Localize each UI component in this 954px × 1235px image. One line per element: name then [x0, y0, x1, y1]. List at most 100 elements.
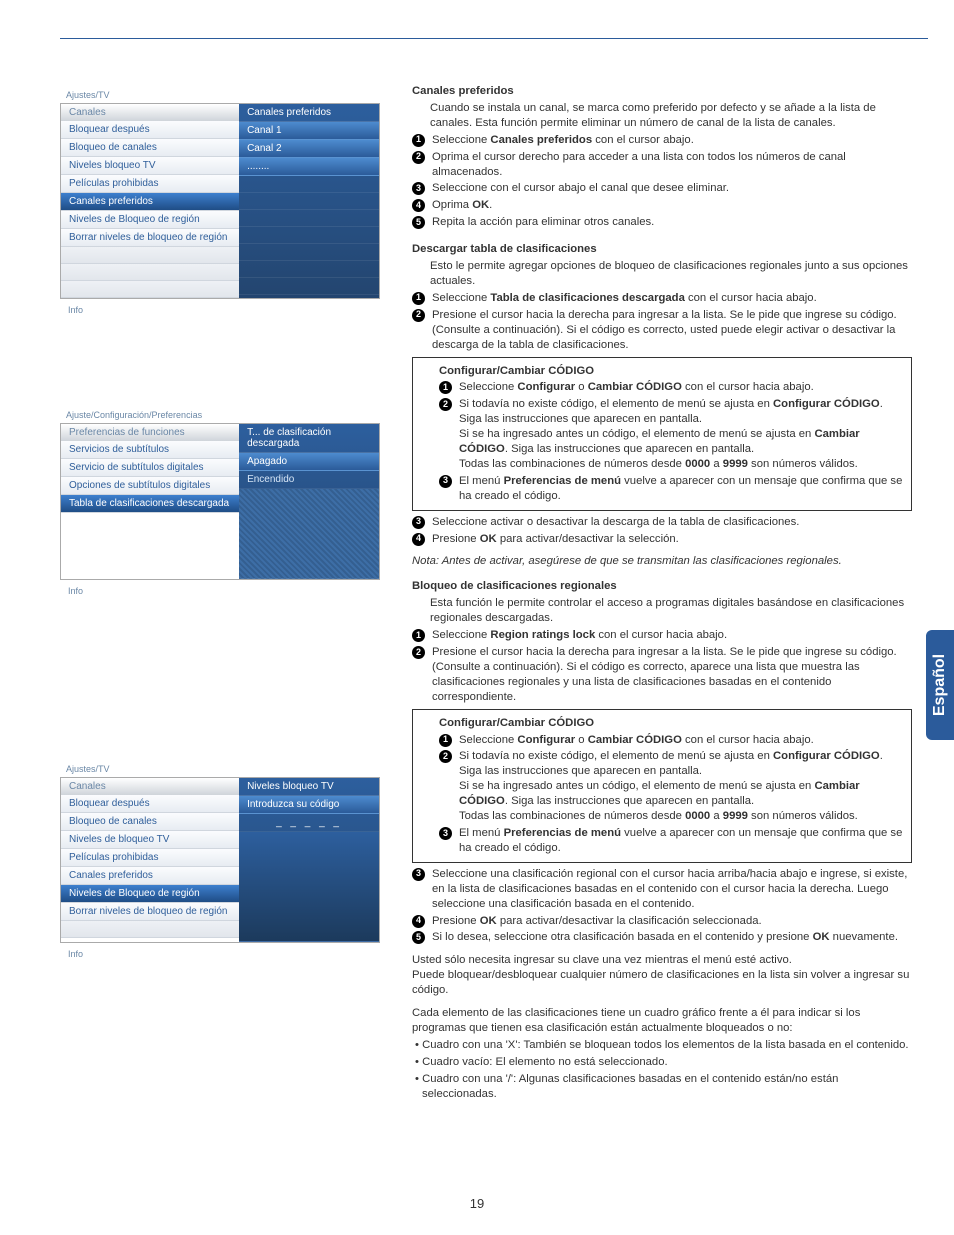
step: 2Si todavía no existe código, el element… — [457, 397, 903, 472]
step-bullet: 1 — [412, 629, 425, 642]
paragraph: Cada elemento de las clasificaciones tie… — [412, 1006, 912, 1036]
language-tab: Español — [926, 630, 954, 740]
step: 2Oprima el cursor derecho para acceder a… — [430, 150, 912, 180]
step-bullet: 3 — [412, 182, 425, 195]
section-title: Canales preferidos — [412, 84, 912, 99]
code-prompt: Introduzca su código — [239, 796, 379, 814]
step-bullet: 3 — [439, 827, 452, 840]
step-bullet: 5 — [412, 931, 425, 944]
menu-header: Preferencias de funciones — [61, 424, 239, 441]
menu-item: Niveles de Bloqueo de región — [61, 211, 239, 229]
step-bullet: 2 — [412, 151, 425, 164]
section-intro: Esta función le permite controlar el acc… — [430, 596, 912, 626]
menu-item: Bloqueo de canales — [61, 813, 239, 831]
breadcrumb: Ajustes/TV — [60, 762, 380, 777]
step-bullet: 2 — [412, 646, 425, 659]
box-title: Configurar/Cambiar CÓDIGO — [439, 364, 903, 379]
value-item: Encendido — [239, 471, 379, 489]
step: 3Seleccione con el cursor abajo el canal… — [430, 181, 912, 196]
step-bullet: 3 — [439, 475, 452, 488]
step: 1Seleccione Configurar o Cambiar CÓDIGO … — [457, 380, 903, 395]
menu-item: Borrar niveles de bloqueo de región — [61, 903, 239, 921]
code-entry: _ _ _ _ _ — [239, 814, 379, 832]
tv-menu-screenshot-1: Ajustes/TV Canales Bloquear despuésBloqu… — [60, 88, 380, 315]
step-bullet: 2 — [439, 398, 452, 411]
menu-item: Canales preferidos — [61, 867, 239, 885]
bullet-item: • Cuadro vacío: El elemento no está sele… — [422, 1055, 912, 1070]
menu-item: Servicio de subtítulos digitales — [61, 459, 239, 477]
step-bullet: 4 — [412, 199, 425, 212]
menu-item: Bloqueo de canales — [61, 139, 239, 157]
language-tab-label: Español — [931, 654, 949, 716]
menu-item: Bloquear después — [61, 121, 239, 139]
code-box: Configurar/Cambiar CÓDIGO 1Seleccione Co… — [412, 357, 912, 511]
value-item: Canal 2 — [239, 140, 379, 158]
menu-item: Películas prohibidas — [61, 175, 239, 193]
step: 1Seleccione Configurar o Cambiar CÓDIGO … — [457, 733, 903, 748]
step: 2Presione el cursor hacia la derecha par… — [430, 645, 912, 705]
tv-menu-screenshot-2: Ajuste/Configuración/Preferencias Prefer… — [60, 408, 380, 596]
step: 2Si todavía no existe código, el element… — [457, 749, 903, 824]
info-label: Info — [60, 580, 380, 596]
step-bullet: 3 — [412, 868, 425, 881]
note-text: Nota: Antes de activar, asegúrese de que… — [412, 554, 912, 569]
code-box: Configurar/Cambiar CÓDIGO 1Seleccione Co… — [412, 709, 912, 863]
values-header: T... de clasificación descargada — [239, 424, 379, 453]
step-bullet: 4 — [412, 533, 425, 546]
page-top-rule — [60, 38, 928, 39]
step-bullet: 1 — [412, 292, 425, 305]
step: 1Seleccione Tabla de clasificaciones des… — [430, 291, 912, 306]
step-bullet: 4 — [412, 915, 425, 928]
step-bullet: 1 — [412, 134, 425, 147]
step: 3Seleccione una clasificación regional c… — [430, 867, 912, 912]
section-title: Bloqueo de clasificaciones regionales — [412, 579, 912, 594]
values-header: Niveles bloqueo TV — [239, 778, 379, 796]
menu-item: Películas prohibidas — [61, 849, 239, 867]
step-bullet: 3 — [412, 516, 425, 529]
menu-item: Servicios de subtítulos — [61, 441, 239, 459]
menu-item: Bloquear después — [61, 795, 239, 813]
step: 3Seleccione activar o desactivar la desc… — [430, 515, 912, 530]
step: 1Seleccione Canales preferidos con el cu… — [430, 133, 912, 148]
step: 3El menú Preferencias de menú vuelve a a… — [457, 826, 903, 856]
step: 1Seleccione Region ratings lock con el c… — [430, 628, 912, 643]
tv-menu-screenshot-3: Ajustes/TV Canales Bloquear despuésBloqu… — [60, 762, 380, 959]
step: 4Presione OK para activar/desactivar la … — [430, 914, 912, 929]
section-intro: Esto le permite agregar opciones de bloq… — [430, 259, 912, 289]
step-bullet: 2 — [412, 309, 425, 322]
value-item: Canal 1 — [239, 122, 379, 140]
bullet-item: • Cuadro con una 'X': También se bloquea… — [422, 1038, 912, 1053]
paragraph: Usted sólo necesita ingresar su clave un… — [412, 953, 912, 968]
box-title: Configurar/Cambiar CÓDIGO — [439, 716, 903, 731]
info-label: Info — [60, 299, 380, 315]
bullet-item: • Cuadro con una '/': Algunas clasificac… — [422, 1072, 912, 1102]
step: 5Si lo desea, seleccione otra clasificac… — [430, 930, 912, 945]
value-item: ........ — [239, 158, 379, 176]
section-title: Descargar tabla de clasificaciones — [412, 242, 912, 257]
menu-item: Canales preferidos — [61, 193, 239, 211]
menu-item: Borrar niveles de bloqueo de región — [61, 229, 239, 247]
menu-item: Niveles de Bloqueo de región — [61, 885, 239, 903]
info-label: Info — [60, 943, 380, 959]
menu-item: Niveles bloqueo TV — [61, 157, 239, 175]
breadcrumb: Ajuste/Configuración/Preferencias — [60, 408, 380, 423]
step: 4Oprima OK. — [430, 198, 912, 213]
menu-header: Canales — [61, 778, 239, 795]
menu-header: Canales — [61, 104, 239, 121]
page-number: 19 — [0, 1196, 954, 1211]
step: 2Presione el cursor hacia la derecha par… — [430, 308, 912, 353]
section-intro: Cuando se instala un canal, se marca com… — [430, 101, 912, 131]
step: 4Presione OK para activar/desactivar la … — [430, 532, 912, 547]
breadcrumb: Ajustes/TV — [60, 88, 380, 103]
hatched-area — [239, 489, 379, 579]
menu-item: Tabla de clasificaciones descargada — [61, 495, 239, 513]
step-bullet: 1 — [439, 734, 452, 747]
menu-item: Opciones de subtítulos digitales — [61, 477, 239, 495]
step-bullet: 5 — [412, 216, 425, 229]
step-bullet: 1 — [439, 381, 452, 394]
step-bullet: 2 — [439, 750, 452, 763]
paragraph: Puede bloquear/desbloquear cualquier núm… — [412, 968, 912, 998]
body-text: Canales preferidos Cuando se instala un … — [412, 84, 912, 1101]
step: 3El menú Preferencias de menú vuelve a a… — [457, 474, 903, 504]
step: 5Repita la acción para eliminar otros ca… — [430, 215, 912, 230]
